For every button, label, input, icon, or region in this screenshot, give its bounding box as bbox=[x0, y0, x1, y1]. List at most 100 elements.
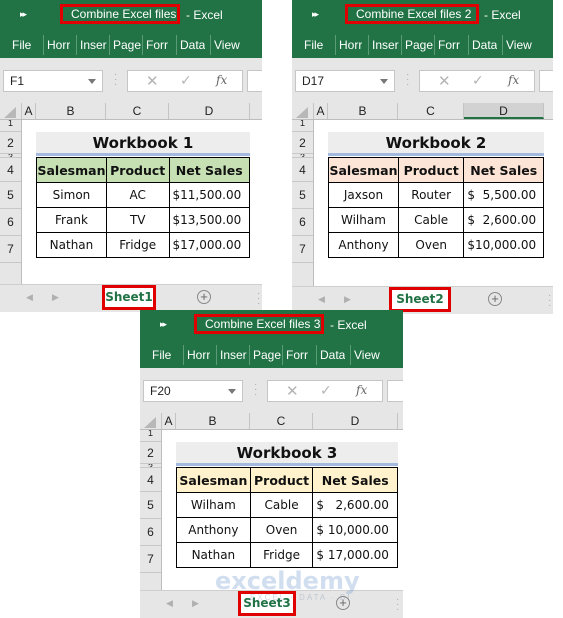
product-cell[interactable]: Oven bbox=[249, 517, 314, 543]
column-header-b[interactable]: B bbox=[328, 103, 398, 119]
column-header-d[interactable]: D bbox=[169, 103, 250, 119]
tab-splitter-handle-icon[interactable]: · · · bbox=[548, 291, 551, 311]
product-cell[interactable]: Cable bbox=[397, 207, 465, 233]
row-header-2[interactable]: 2 bbox=[140, 442, 161, 464]
row-header-6[interactable]: 6 bbox=[292, 209, 313, 236]
product-cell[interactable]: TV bbox=[105, 207, 170, 233]
ribbon-tab-forr[interactable]: Forr bbox=[286, 347, 308, 365]
check-icon[interactable]: ✓ bbox=[472, 72, 484, 89]
scroll-sheets-right-icon[interactable]: ▶ bbox=[344, 294, 351, 305]
workbook-title-cell[interactable]: Workbook 2 bbox=[328, 132, 544, 156]
chevron-down-icon[interactable] bbox=[228, 389, 236, 394]
column-header-a[interactable]: A bbox=[22, 103, 36, 119]
cell-grid[interactable]: Workbook 2 Salesman Product Net Sales Jaxson… bbox=[314, 120, 553, 286]
ribbon-tab-forr[interactable]: Forr bbox=[438, 37, 460, 55]
select-all-corner[interactable] bbox=[292, 103, 314, 119]
ribbon-tab-data[interactable]: Data bbox=[320, 347, 345, 365]
insert-function-icon[interactable]: fx bbox=[508, 73, 519, 87]
ribbon-tab-data[interactable]: Data bbox=[180, 37, 205, 55]
row-header-2[interactable]: 2 bbox=[292, 132, 313, 154]
column-header-cell[interactable]: Product bbox=[249, 467, 314, 493]
salesman-cell[interactable]: Anthony bbox=[176, 517, 251, 543]
sheet-tab-active[interactable]: Sheet3 bbox=[238, 591, 296, 616]
ribbon-tab-file[interactable]: File bbox=[12, 37, 31, 55]
product-cell[interactable]: Oven bbox=[397, 232, 465, 258]
ribbon-tab-file[interactable]: File bbox=[304, 37, 323, 55]
ribbon-tab-horr[interactable]: Horr bbox=[187, 347, 210, 365]
name-box[interactable]: F20 bbox=[143, 380, 243, 402]
ribbon-tab-view[interactable]: View bbox=[214, 37, 240, 55]
row-header-6[interactable]: 6 bbox=[140, 519, 161, 546]
column-header-cell[interactable]: Net Sales bbox=[168, 157, 250, 183]
add-sheet-icon[interactable]: + bbox=[488, 292, 502, 306]
net-sales-cell[interactable]: $ 10,000.00 bbox=[312, 517, 398, 543]
drag-handle-icon[interactable]: · · · bbox=[254, 380, 257, 400]
ribbon-tab-view[interactable]: View bbox=[506, 37, 532, 55]
scroll-sheets-right-icon[interactable]: ▶ bbox=[192, 598, 199, 609]
column-header-b[interactable]: B bbox=[36, 103, 106, 119]
select-all-corner[interactable] bbox=[140, 413, 162, 429]
scroll-sheets-right-icon[interactable]: ▶ bbox=[52, 292, 59, 303]
salesman-cell[interactable]: Frank bbox=[36, 207, 107, 233]
scroll-sheets-left-icon[interactable]: ◀ bbox=[318, 294, 325, 305]
row-header-5[interactable]: 5 bbox=[140, 492, 161, 519]
formula-input[interactable] bbox=[387, 380, 403, 402]
salesman-cell[interactable]: Jaxson bbox=[328, 182, 399, 208]
product-cell[interactable]: Cable bbox=[249, 492, 314, 518]
ribbon-tab-view[interactable]: View bbox=[354, 347, 380, 365]
sheet-tab-active[interactable]: Sheet1 bbox=[102, 285, 156, 310]
quick-access-overflow-icon[interactable]: ▸▸ bbox=[312, 9, 319, 20]
check-icon[interactable]: ✓ bbox=[180, 72, 192, 89]
net-sales-cell[interactable]: $10,000.00 bbox=[463, 232, 544, 258]
insert-function-icon[interactable]: fx bbox=[216, 73, 227, 87]
ribbon-tab-inser[interactable]: Inser bbox=[220, 347, 247, 365]
row-header-5[interactable]: 5 bbox=[292, 182, 313, 209]
row-header-1[interactable]: 1 bbox=[140, 430, 161, 442]
column-header-a[interactable]: A bbox=[162, 413, 176, 429]
cell-grid[interactable]: Workbook 1 Salesman Product Net Sales Simon A… bbox=[22, 120, 262, 284]
ribbon-tab-inser[interactable]: Inser bbox=[372, 37, 399, 55]
ribbon-tab-page[interactable]: Page bbox=[113, 37, 141, 55]
product-cell[interactable]: Router bbox=[397, 182, 465, 208]
row-header-6[interactable]: 6 bbox=[0, 209, 21, 236]
row-header-1[interactable]: 1 bbox=[0, 120, 21, 132]
drag-handle-icon[interactable]: · · · bbox=[406, 70, 409, 90]
workbook-title-cell[interactable]: Workbook 1 bbox=[36, 132, 250, 156]
column-header-d[interactable]: D bbox=[313, 413, 398, 429]
insert-function-icon[interactable]: fx bbox=[356, 383, 367, 397]
quick-access-overflow-icon[interactable]: ▸▸ bbox=[160, 319, 167, 330]
salesman-cell[interactable]: Nathan bbox=[176, 542, 251, 568]
column-header-cell[interactable]: Net Sales bbox=[463, 157, 544, 183]
chevron-down-icon[interactable] bbox=[380, 79, 388, 84]
ribbon-tab-page[interactable]: Page bbox=[253, 347, 281, 365]
column-header-c[interactable]: C bbox=[250, 413, 313, 429]
scroll-sheets-left-icon[interactable]: ◀ bbox=[166, 598, 173, 609]
row-header-7[interactable]: 7 bbox=[292, 236, 313, 263]
name-box[interactable]: D17 bbox=[295, 70, 395, 92]
tab-splitter-handle-icon[interactable]: · · · bbox=[396, 595, 399, 615]
ribbon-tab-inser[interactable]: Inser bbox=[80, 37, 107, 55]
formula-input[interactable] bbox=[247, 70, 262, 92]
column-header-cell[interactable]: Net Sales bbox=[312, 467, 398, 493]
close-icon[interactable]: ✕ bbox=[438, 72, 451, 90]
column-header-cell[interactable]: Product bbox=[105, 157, 170, 183]
name-box[interactable]: F1 bbox=[3, 70, 103, 92]
row-header-5[interactable]: 5 bbox=[0, 182, 21, 209]
product-cell[interactable]: AC bbox=[105, 182, 170, 208]
scroll-sheets-left-icon[interactable]: ◀ bbox=[26, 292, 33, 303]
cell-grid[interactable]: Workbook 3 Salesman Product Net Sales Wilham… bbox=[162, 430, 403, 590]
column-header-cell[interactable]: Salesman bbox=[36, 157, 107, 183]
column-header-cell[interactable]: Salesman bbox=[176, 467, 251, 493]
add-sheet-icon[interactable]: + bbox=[197, 290, 211, 304]
close-icon[interactable]: ✕ bbox=[146, 72, 159, 90]
quick-access-overflow-icon[interactable]: ▸▸ bbox=[20, 9, 27, 20]
sheet-tab-active[interactable]: Sheet2 bbox=[389, 287, 451, 312]
net-sales-cell[interactable]: $17,000.00 bbox=[168, 232, 250, 258]
product-cell[interactable]: Fridge bbox=[105, 232, 170, 258]
ribbon-tab-file[interactable]: File bbox=[152, 347, 171, 365]
check-icon[interactable]: ✓ bbox=[320, 382, 332, 399]
row-header-4[interactable]: 4 bbox=[0, 158, 21, 182]
drag-handle-icon[interactable]: · · · bbox=[114, 70, 117, 90]
net-sales-cell[interactable]: $11,500.00 bbox=[168, 182, 250, 208]
net-sales-cell[interactable]: $ 5,500.00 bbox=[463, 182, 544, 208]
